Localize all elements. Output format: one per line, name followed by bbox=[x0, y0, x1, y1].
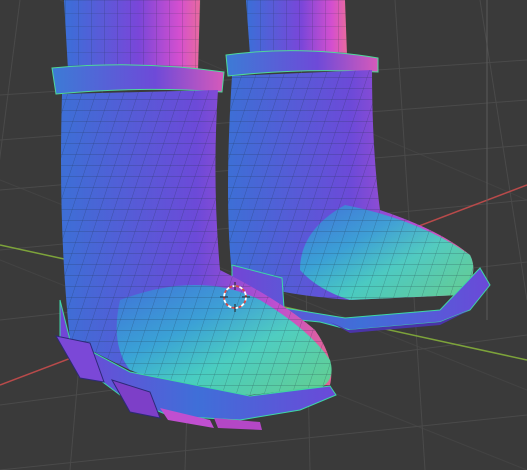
boot-right[interactable] bbox=[225, 0, 491, 333]
viewport-canvas[interactable] bbox=[0, 0, 527, 470]
3d-viewport[interactable] bbox=[0, 0, 527, 470]
